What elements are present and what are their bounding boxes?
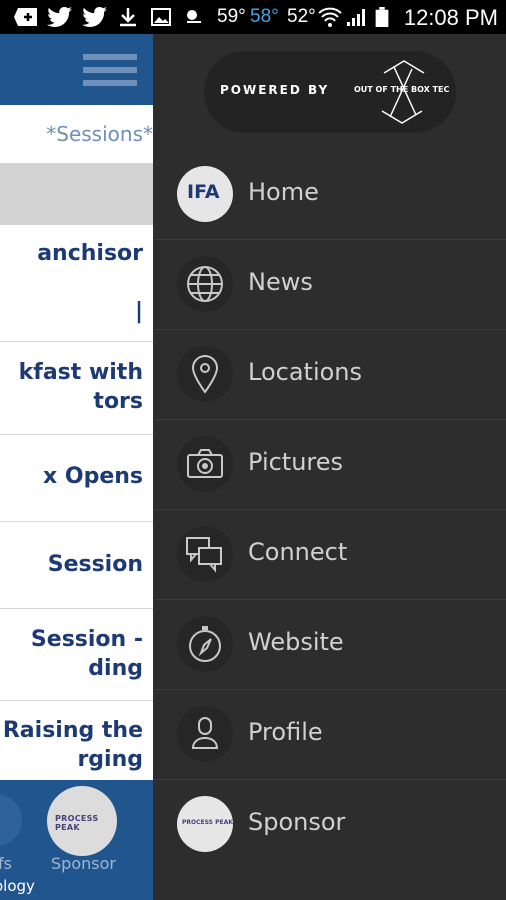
battery-icon (375, 7, 389, 27)
status-temp-2: 58° (250, 6, 279, 27)
session-title: anchisor | (37, 241, 143, 324)
navigation-drawer: POWERED BY OUT OF THE BOX TECHNOLOGY IFA… (153, 34, 506, 900)
session-title: kfast with tors (18, 360, 143, 414)
session-list-item[interactable]: Session (0, 522, 153, 609)
twitter-icon (47, 7, 72, 27)
status-clock: 12:08 PM (403, 5, 498, 30)
menu-item-label: Home (248, 178, 319, 206)
app-main-panel: *Sessions* anchisor | kfast with tors x … (0, 34, 153, 900)
tab-sessions[interactable]: *Sessions* (0, 105, 153, 164)
add-icon (14, 8, 37, 26)
camera-icon (177, 436, 233, 492)
menu-item-connect[interactable]: Connect (153, 510, 506, 600)
weather-icon (187, 10, 201, 23)
sponsor-logo-text: PROCESS PEAK (182, 819, 233, 826)
menu-item-label: Connect (248, 538, 348, 566)
menu-item-news[interactable]: News (153, 240, 506, 330)
menu-item-locations[interactable]: Locations (153, 330, 506, 420)
session-list-item[interactable]: - Raising the rging (0, 701, 153, 781)
menu-item-label: Profile (248, 718, 323, 746)
menu-item-home[interactable]: IFA Home (153, 150, 506, 240)
drawer-menu: IFA Home News Locations Pictures Connect… (153, 150, 506, 869)
bottom-tab-bar: fs PROCESS PEAK Sponsor ology (0, 780, 153, 900)
date-section-header (0, 164, 153, 225)
menu-item-label: News (248, 268, 313, 296)
menu-item-profile[interactable]: Profile (153, 690, 506, 780)
menu-item-label: Sponsor (248, 808, 346, 836)
compass-icon (177, 616, 233, 672)
session-title: Session (40, 552, 143, 577)
menu-item-label: Website (248, 628, 344, 656)
sponsor-logo-text: PROCESS PEAK (55, 814, 99, 832)
menu-item-pictures[interactable]: Pictures (153, 420, 506, 510)
session-list-item[interactable]: kfast with tors (0, 342, 153, 435)
tab-label: fs (0, 854, 12, 873)
twitter-icon (82, 7, 107, 27)
map-pin-icon (177, 346, 233, 402)
out-of-the-box-logo-icon: OUT OF THE BOX TECHNOLOGY (354, 60, 450, 124)
image-icon (151, 8, 171, 26)
user-icon (177, 706, 233, 762)
status-temp-1: 59° (217, 6, 246, 27)
status-temp-3: 52° (287, 6, 316, 27)
session-title: - Raising the rging (2, 718, 143, 772)
session-list-item[interactable]: anchisor | (0, 225, 153, 342)
status-bar: 59° 58° 52° 12:08 PM (0, 0, 506, 34)
ifa-logo-text: IFA (187, 181, 220, 203)
powered-by-banner[interactable]: POWERED BY OUT OF THE BOX TECHNOLOGY (204, 51, 456, 133)
menu-item-sponsor[interactable]: PROCESS PEAK Sponsor (153, 780, 506, 869)
session-title: x Opens (43, 464, 143, 489)
chat-bubbles-icon (177, 526, 233, 582)
wifi-icon (318, 7, 342, 27)
session-title: Session - ding (30, 627, 143, 681)
session-list-item[interactable]: x Opens (0, 435, 153, 522)
powered-by-label: POWERED BY (220, 83, 330, 97)
globe-icon (177, 256, 233, 312)
sponsor-tab-label: Sponsor (51, 854, 116, 873)
tab-sessions-label: *Sessions* (46, 122, 153, 146)
signal-icon (347, 9, 365, 26)
credit-text: ology (0, 877, 35, 895)
app-header (0, 34, 153, 105)
menu-item-label: Pictures (248, 448, 344, 476)
session-list-item[interactable]: Session - ding (0, 609, 153, 701)
sponsor-tab-icon[interactable]: PROCESS PEAK (47, 786, 117, 856)
menu-item-website[interactable]: Website (153, 600, 506, 690)
sponsor-logo-icon: PROCESS PEAK (177, 796, 233, 852)
brand-logo-text: OUT OF THE BOX TECHNOLOGY (354, 85, 450, 94)
download-icon (120, 8, 136, 27)
tab-icon[interactable] (0, 794, 22, 846)
hamburger-menu-icon[interactable] (83, 54, 137, 88)
menu-item-label: Locations (248, 358, 363, 386)
ifa-logo-icon: IFA (177, 166, 233, 222)
